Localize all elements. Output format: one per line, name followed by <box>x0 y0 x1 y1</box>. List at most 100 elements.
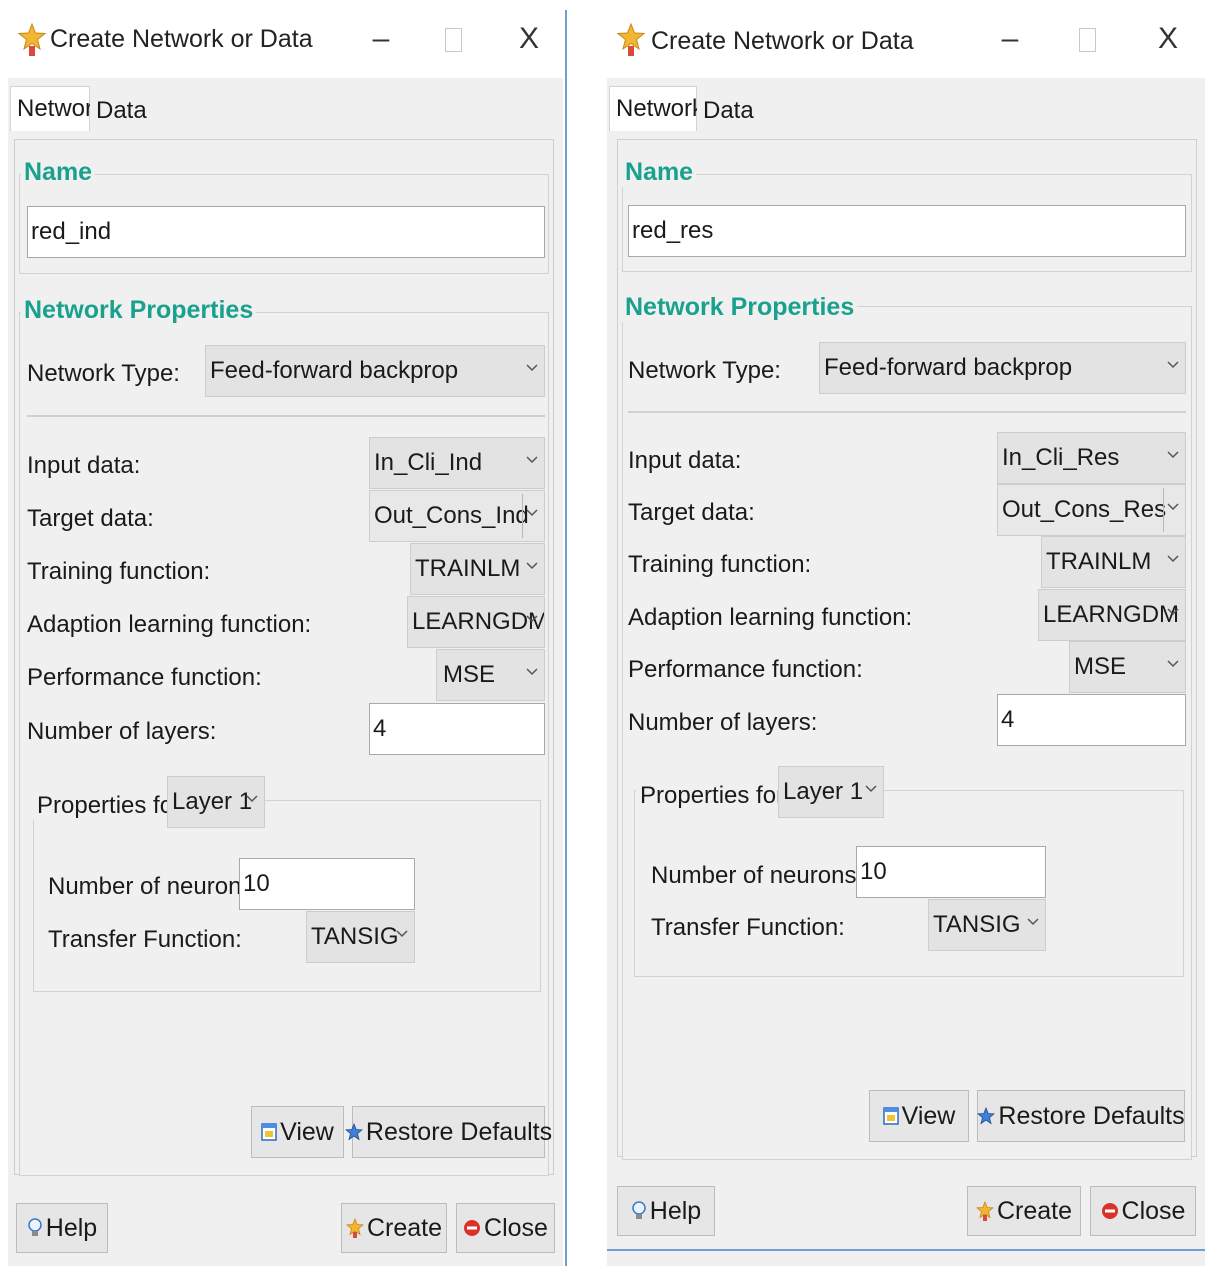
input-data-select[interactable]: In_Cli_Ind <box>369 437 545 489</box>
name-input[interactable]: red_res <box>628 205 1186 257</box>
dialog-body: Name red_ind Network Properties Network … <box>8 131 563 1266</box>
performance-function-select[interactable]: MSE <box>1069 641 1186 693</box>
chevron-down-icon <box>246 792 258 804</box>
number-of-layers-input[interactable]: 4 <box>997 694 1186 746</box>
tab-network[interactable]: Network <box>609 86 704 131</box>
number-of-layers-input[interactable]: 4 <box>369 703 545 755</box>
window-title: Create Network or Data <box>50 25 313 53</box>
maximize-icon <box>1078 28 1096 53</box>
view-window-icon <box>882 1107 899 1125</box>
network-type-value: Feed-forward backprop <box>210 357 459 384</box>
number-of-neurons-label: Number of neurons: <box>48 873 261 900</box>
performance-function-label: Performance function: <box>27 664 262 691</box>
chevron-down-icon <box>1167 500 1179 512</box>
layer-select[interactable]: Layer 1 <box>778 766 884 818</box>
create-star-icon <box>345 1218 364 1238</box>
help-button-label: Help <box>45 1213 98 1242</box>
performance-function-select[interactable]: MSE <box>436 649 545 701</box>
close-button[interactable]: Close <box>456 1203 555 1253</box>
network-type-select[interactable]: Feed-forward backprop <box>205 345 545 397</box>
target-data-select[interactable]: Out_Cons_Ind <box>369 490 545 542</box>
chevron-down-icon <box>396 927 408 939</box>
chevron-down-icon <box>526 665 538 677</box>
target-data-label: Target data: <box>27 505 154 532</box>
window-bottom-border <box>607 1249 1205 1251</box>
layer-value: Layer 1 <box>783 778 864 805</box>
transfer-function-label: Transfer Function: <box>651 914 845 941</box>
adaption-learning-value: LEARNGDM <box>1043 601 1180 628</box>
title-bar[interactable]: Create Network or Data – X <box>607 0 1205 78</box>
chevron-down-icon <box>1167 448 1179 460</box>
restore-defaults-button[interactable]: Restore Defaults <box>344 1106 552 1158</box>
network-type-label: Network Type: <box>27 360 180 387</box>
create-button-label: Create <box>996 1196 1073 1225</box>
create-button[interactable]: Create <box>967 1186 1081 1236</box>
window-title: Create Network or Data <box>651 27 914 55</box>
create-network-window-left: Create Network or Data – X Network Data … <box>8 0 563 1266</box>
create-button[interactable]: Create <box>341 1203 447 1253</box>
close-button[interactable]: Close <box>1090 1186 1196 1236</box>
close-stop-icon <box>463 1219 481 1237</box>
view-button-label: View <box>280 1117 334 1146</box>
view-button[interactable]: View <box>251 1106 344 1158</box>
adaption-learning-select[interactable]: LEARNGDM <box>407 596 545 648</box>
target-data-select[interactable]: Out_Cons_Res <box>997 484 1186 536</box>
performance-function-value: MSE <box>443 661 496 688</box>
create-button-label: Create <box>366 1213 443 1242</box>
layer-select[interactable]: Layer 1 <box>167 776 265 828</box>
chevron-down-icon <box>1167 605 1179 617</box>
transfer-function-select[interactable]: TANSIG <box>306 911 415 963</box>
help-bulb-icon <box>631 1201 647 1221</box>
maximize-button[interactable] <box>1062 16 1112 62</box>
create-network-window-right: Create Network or Data – X Network Data … <box>607 0 1205 1266</box>
target-data-label: Target data: <box>628 499 755 526</box>
name-legend: Name <box>622 158 697 187</box>
training-function-select[interactable]: TRAINLM <box>1041 536 1186 588</box>
tab-network[interactable]: Network <box>10 86 105 131</box>
focus-divider <box>1163 488 1164 532</box>
training-function-label: Training function: <box>27 558 211 585</box>
network-properties-legend: Network Properties <box>21 296 257 325</box>
view-button-label: View <box>901 1101 956 1130</box>
help-bulb-icon <box>27 1218 43 1238</box>
close-button-label: Close <box>484 1213 548 1242</box>
target-data-value: Out_Cons_Res <box>1002 496 1167 523</box>
chevron-down-icon <box>526 453 538 465</box>
window-divider <box>565 10 567 1266</box>
focus-divider <box>522 494 523 538</box>
number-of-neurons-input[interactable]: 10 <box>856 846 1046 898</box>
name-input[interactable]: red_ind <box>27 206 545 258</box>
title-bar[interactable]: Create Network or Data – X <box>8 0 563 78</box>
chevron-down-icon <box>526 506 538 518</box>
restore-defaults-button[interactable]: Restore Defaults <box>977 1090 1185 1142</box>
view-button[interactable]: View <box>869 1090 969 1142</box>
number-of-neurons-input[interactable]: 10 <box>239 858 415 910</box>
input-data-value: In_Cli_Res <box>1002 444 1120 471</box>
transfer-function-value: TANSIG <box>933 911 1021 938</box>
properties-for-label: Properties for: <box>636 782 795 810</box>
adaption-learning-select[interactable]: LEARNGDM <box>1038 589 1186 641</box>
close-window-button[interactable]: X <box>1143 16 1193 62</box>
network-type-select[interactable]: Feed-forward backprop <box>819 342 1186 394</box>
maximize-button[interactable] <box>428 16 478 62</box>
training-function-value: TRAINLM <box>415 555 521 582</box>
chevron-down-icon <box>1167 358 1179 370</box>
separator <box>628 411 1186 413</box>
minimize-button[interactable]: – <box>985 16 1035 62</box>
tab-data[interactable]: Data <box>697 91 755 131</box>
restore-defaults-label: Restore Defaults <box>998 1101 1185 1130</box>
network-type-label: Network Type: <box>628 357 781 384</box>
performance-function-label: Performance function: <box>628 656 863 683</box>
help-button[interactable]: Help <box>16 1203 108 1253</box>
help-button[interactable]: Help <box>617 1186 715 1236</box>
input-data-label: Input data: <box>27 452 141 479</box>
minimize-button[interactable]: – <box>356 16 406 62</box>
close-window-button[interactable]: X <box>504 16 554 62</box>
separator <box>27 415 545 417</box>
input-data-select[interactable]: In_Cli_Res <box>997 432 1186 484</box>
network-tab-panel: Name red_ind Network Properties Network … <box>14 139 554 1176</box>
tab-data[interactable]: Data <box>90 91 148 131</box>
transfer-function-select[interactable]: TANSIG <box>928 899 1046 951</box>
tab-strip: Network Data <box>8 78 563 131</box>
training-function-select[interactable]: TRAINLM <box>410 543 545 595</box>
